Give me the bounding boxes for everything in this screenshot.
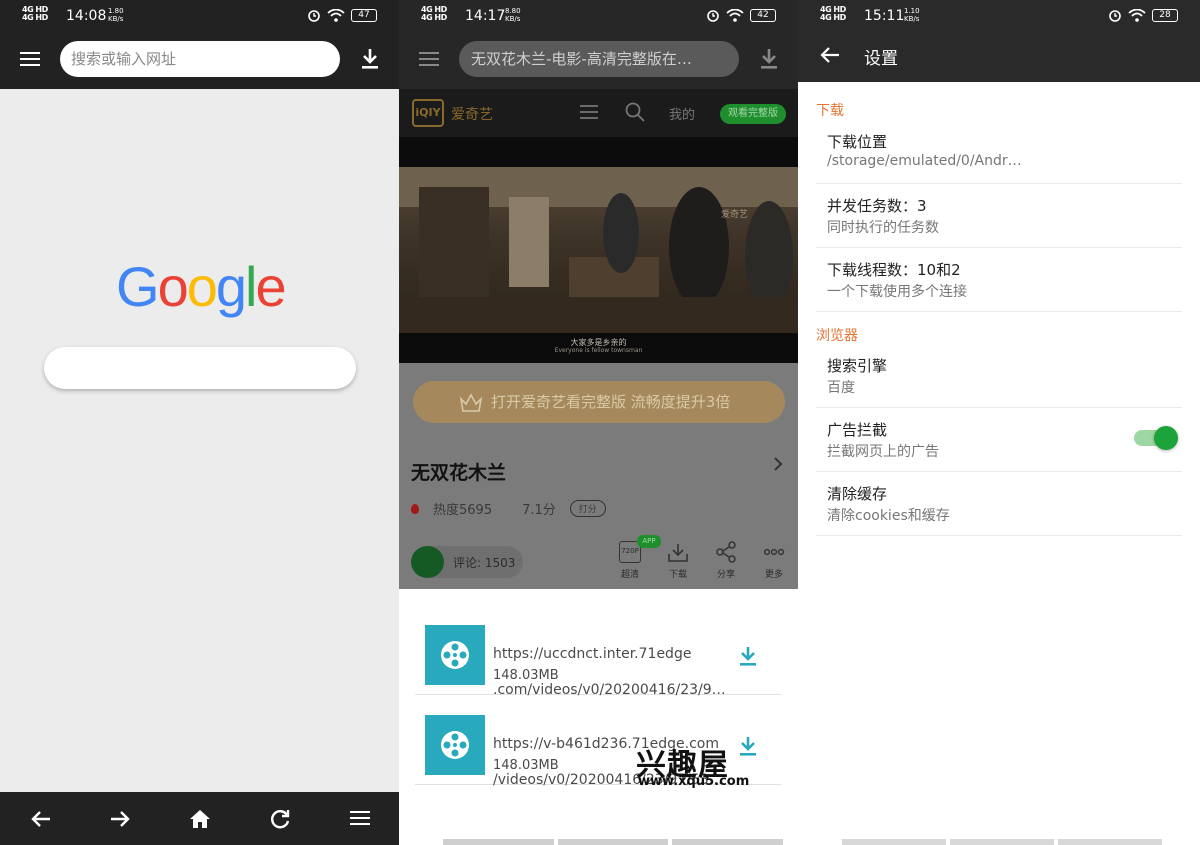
network-indicator: 4G HD 4G HD [421,5,447,22]
status-time: 15:11 [864,8,905,24]
site-menu-icon[interactable] [580,104,598,120]
alarm-icon [308,10,320,22]
app-badge: APP [637,535,661,548]
watermark-url: www.xqu5.com [638,774,750,789]
action-more[interactable]: 更多 [759,541,789,580]
wifi-icon [1128,8,1146,22]
network-indicator: 4G HD 4G HD [820,5,846,22]
video-thumbnail [425,715,485,775]
video-frame: 爱奇艺 大家多是乡亲的 Everyone is fellow townsman [399,167,798,354]
home-icon[interactable] [187,806,213,832]
status-bar: 4G HD 4G HD 14:08 1.80 KB/s 47 [0,0,399,30]
alarm-icon [707,10,719,22]
search-icon[interactable] [625,102,645,122]
net-speed: 1.80 KB/s [108,7,124,23]
section-header-browser: 浏览器 [816,328,858,344]
menu-icon[interactable] [419,52,439,66]
setting-download-location[interactable]: 下载位置 /storage/emulated/0/Andr… [816,120,1182,184]
rate-button[interactable]: 打分 [569,500,606,517]
file-size: 148.03MB [493,668,559,683]
action-label: 更多 [764,570,783,580]
open-app-banner[interactable]: 打开爱奇艺看完整版 流畅度提升3倍 [413,381,785,423]
action-label: 超清 [620,570,639,580]
iqiyi-logo: iQIY [412,99,444,127]
download-button-icon[interactable] [737,645,759,667]
status-time: 14:17 [465,8,506,24]
site-name: 爱奇艺 [451,107,493,123]
action-label: 下载 [668,570,687,580]
back-icon[interactable] [28,806,54,832]
google-logo: Google [116,255,287,318]
movie-meta: 热度5695 7.1分 打分 [411,499,606,518]
battery-indicator: 47 [351,8,377,22]
video-thumbnail [425,625,485,685]
menu-icon[interactable] [20,52,40,66]
chevron-right-icon[interactable] [772,457,784,471]
video-download-panel: 4G HD 4G HD 14:17 8.80 KB/s 42 无双花木兰-电影-… [399,0,798,845]
video-player[interactable]: 爱奇艺 大家多是乡亲的 Everyone is fellow townsman [399,137,798,363]
alarm-icon [1109,10,1121,22]
file-size: 148.03MB [493,758,559,773]
action-label: 分享 [716,570,735,580]
url-input[interactable]: 无双花木兰-电影-高清完整版在… [459,41,739,77]
setting-search-engine[interactable]: 搜索引擎 百度 [816,344,1182,408]
list-item[interactable]: https://uccdnct.inter.71edge .com/videos… [415,605,781,698]
status-bar: 4G HD 4G HD 15:11 1.10 KB/s 28 [798,0,1200,30]
refresh-icon[interactable] [267,806,293,832]
settings-panel: 4G HD 4G HD 15:11 1.10 KB/s 28 设置 下载 下载位… [798,0,1200,845]
setting-ad-block[interactable]: 广告拦截 拦截网页上的广告 [816,408,1182,472]
crown-icon [459,393,483,412]
bottom-nav [0,792,399,845]
more-menu-icon[interactable] [350,811,370,825]
wifi-icon [726,8,744,22]
battery-indicator: 42 [750,8,776,22]
toggle-knob [1154,426,1178,450]
download-icon [668,544,688,562]
download-icon[interactable] [360,48,380,70]
wifi-icon [327,8,345,22]
film-reel-icon [441,641,469,669]
setting-clear-cache[interactable]: 清除缓存 清除cookies和缓存 [816,472,1182,536]
page-title: 设置 [864,49,898,69]
download-list: https://uccdnct.inter.71edge .com/videos… [399,589,798,845]
action-share[interactable]: 分享 [711,541,741,580]
promo-text: 打开爱奇艺看完整版 流畅度提升3倍 [491,393,731,411]
heat-value: 热度5695 [433,503,493,518]
status-time: 14:08 [66,8,107,24]
download-icon[interactable] [759,48,779,70]
browser-home-panel: 4G HD 4G HD 14:08 1.80 KB/s 47 搜索或输入网址 G… [0,0,399,845]
video-scene [399,167,798,333]
score-value: 7.1分 [522,503,556,518]
page-indicator [842,839,1162,845]
video-watermark: 爱奇艺 [721,210,749,220]
comment-count: 评论: 1503 [453,556,516,570]
download-button-icon[interactable] [737,735,759,757]
section-header-download: 下载 [816,103,844,119]
url-input[interactable]: 搜索或输入网址 [60,41,340,77]
more-icon [763,548,785,556]
film-reel-icon [441,731,469,759]
watch-full-button[interactable]: 观看完整版 [720,104,786,124]
net-speed: 1.10 KB/s [904,7,920,23]
fire-icon [411,503,419,514]
mine-link[interactable]: 我的 [669,104,695,123]
comment-bubble-icon [411,546,444,578]
forward-icon[interactable] [107,806,133,832]
video-subtitle-en: Everyone is fellow townsman [554,347,643,354]
movie-title: 无双花木兰 [411,462,507,484]
net-speed: 8.80 KB/s [505,7,521,23]
action-download[interactable]: 下载 [663,541,693,580]
page-indicator [443,839,784,845]
back-arrow-icon[interactable] [820,45,840,65]
network-indicator: 4G HD 4G HD [22,5,48,22]
setting-concurrent-tasks[interactable]: 并发任务数：3 同时执行的任务数 [816,184,1182,248]
ad-block-toggle[interactable] [1134,426,1178,450]
battery-indicator: 28 [1152,8,1178,22]
comment-button[interactable]: 评论: 1503 [411,546,523,578]
share-icon [716,541,736,563]
status-bar: 4G HD 4G HD 14:17 8.80 KB/s 42 [399,0,798,30]
setting-download-threads[interactable]: 下载线程数：10和2 一个下载使用多个连接 [816,248,1182,312]
google-search-input[interactable] [44,347,356,389]
